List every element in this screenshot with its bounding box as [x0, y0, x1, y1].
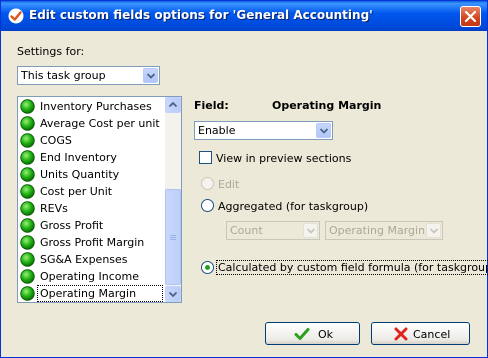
title-bar[interactable]: Edit custom fields options for 'General …	[1, 1, 487, 31]
green-circle-icon	[20, 99, 35, 114]
green-circle-icon	[20, 150, 35, 165]
grip-icon	[170, 235, 176, 240]
aggregated-label: Aggregated (for taskgroup)	[218, 200, 369, 213]
list-item-label: COGS	[40, 134, 72, 147]
chevron-up-icon	[168, 101, 178, 108]
green-circle-icon	[20, 252, 35, 267]
view-in-preview-label: View in preview sections	[216, 152, 352, 165]
dropdown-arrow-button[interactable]	[303, 223, 318, 238]
green-circle-icon	[20, 269, 35, 284]
list-item-label: SG&A Expenses	[40, 253, 128, 266]
field-label: Field:	[194, 99, 229, 112]
dialog-window: Edit custom fields options for 'General …	[0, 0, 488, 358]
chevron-down-icon	[307, 228, 315, 234]
dropdown-arrow-button[interactable]	[426, 223, 441, 238]
green-circle-icon	[20, 184, 35, 199]
list-item[interactable]: COGS	[19, 132, 164, 149]
field-mode-dropdown[interactable]: Enable	[194, 121, 333, 140]
list-item-label: Cost per Unit	[40, 185, 113, 198]
app-checkmark-icon	[8, 8, 24, 24]
green-circle-icon	[20, 133, 35, 148]
green-circle-icon	[20, 201, 35, 216]
chevron-down-icon	[147, 73, 155, 79]
field-mode-value: Enable	[198, 124, 236, 137]
green-circle-icon	[20, 167, 35, 182]
settings-for-value: This task group	[21, 69, 106, 82]
list-item-label: Gross Profit Margin	[40, 236, 145, 249]
cross-icon	[394, 327, 408, 341]
chevron-down-icon	[168, 291, 178, 298]
aggregated-radio[interactable]	[201, 199, 214, 212]
list-item[interactable]: SG&A Expenses	[19, 251, 164, 268]
list-item[interactable]: Gross Profit	[19, 217, 164, 234]
dropdown-arrow-button[interactable]	[316, 123, 331, 138]
list-item[interactable]: Cost per Unit	[19, 183, 164, 200]
scroll-down-button[interactable]	[165, 286, 181, 302]
settings-for-dropdown[interactable]: This task group	[17, 66, 160, 85]
green-circle-icon	[20, 116, 35, 131]
aggregate-function-value: Count	[230, 224, 263, 237]
ok-label: Ok	[318, 328, 334, 341]
checkmark-icon	[294, 328, 310, 340]
list-item-label: End Inventory	[40, 151, 117, 164]
aggregate-function-dropdown[interactable]: Count	[226, 221, 320, 240]
aggregate-field-dropdown[interactable]: Operating Margin	[325, 221, 443, 240]
scroll-up-button[interactable]	[165, 97, 181, 113]
list-item-label: Average Cost per unit	[40, 117, 160, 130]
cancel-label: Cancel	[413, 328, 451, 341]
scroll-thumb[interactable]	[165, 189, 181, 285]
calculated-radio[interactable]	[201, 261, 214, 274]
green-circle-icon	[20, 235, 35, 250]
list-item[interactable]: Gross Profit Margin	[19, 234, 164, 251]
list-item-label: REVs	[40, 202, 68, 215]
list-item[interactable]: Units Quantity	[19, 166, 164, 183]
edit-label: Edit	[218, 178, 240, 191]
list-item-label: Gross Profit	[40, 219, 104, 232]
list-item[interactable]: Operating Margin	[19, 285, 164, 302]
list-item[interactable]: Operating Income	[19, 268, 164, 285]
green-circle-icon	[20, 218, 35, 233]
dropdown-arrow-button[interactable]	[143, 68, 158, 83]
list-item[interactable]: Inventory Purchases	[19, 98, 164, 115]
list-item-label: Operating Income	[40, 270, 139, 283]
custom-fields-list[interactable]: Inventory Purchases Average Cost per unit…	[17, 96, 182, 303]
settings-for-label: Settings for:	[17, 45, 85, 58]
calculated-label: Calculated by custom field formula (for …	[216, 260, 488, 275]
list-scrollbar[interactable]	[165, 97, 181, 302]
edit-radio[interactable]	[201, 177, 214, 190]
window-title: Edit custom fields options for 'General …	[29, 8, 373, 22]
list-item-label: Inventory Purchases	[40, 100, 152, 113]
cancel-button[interactable]: Cancel	[371, 322, 470, 345]
aggregate-field-value: Operating Margin	[329, 224, 426, 237]
list-item-label: Operating Margin	[37, 285, 163, 302]
chevron-down-icon	[430, 228, 438, 234]
view-in-preview-checkbox[interactable]	[199, 151, 212, 164]
green-circle-icon	[20, 286, 35, 301]
list-item[interactable]: End Inventory	[19, 149, 164, 166]
close-icon	[465, 11, 476, 22]
ok-button[interactable]: Ok	[265, 322, 360, 345]
field-name: Operating Margin	[272, 99, 382, 112]
chevron-down-icon	[320, 128, 328, 134]
close-button[interactable]	[460, 6, 481, 27]
list-item[interactable]: REVs	[19, 200, 164, 217]
list-item-label: Units Quantity	[40, 168, 120, 181]
list-item[interactable]: Average Cost per unit	[19, 115, 164, 132]
